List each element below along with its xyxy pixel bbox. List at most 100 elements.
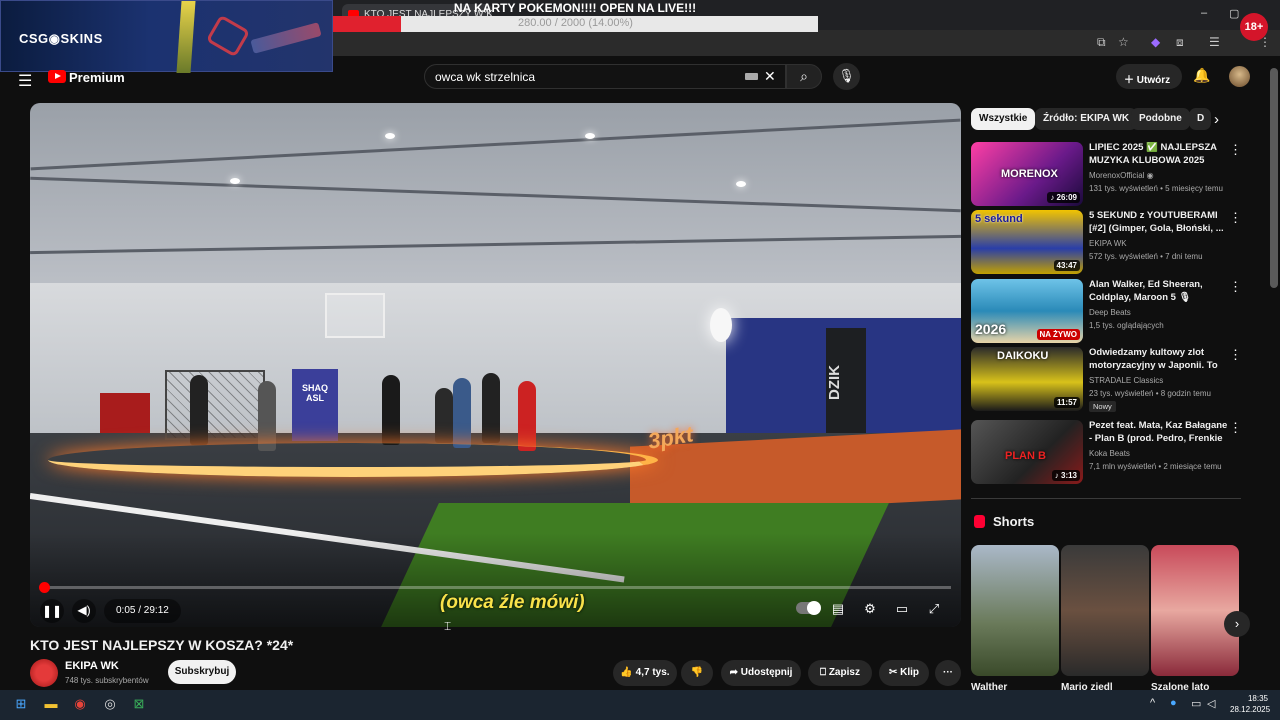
maximize-icon[interactable]: ▢: [1229, 7, 1239, 20]
dislike-button[interactable]: 👎: [681, 660, 713, 686]
video-thumbnail[interactable]: DAIKOKU 11:57: [971, 347, 1083, 411]
subtitles-button[interactable]: ▤: [825, 596, 851, 622]
tray-chevron-icon[interactable]: ^: [1150, 697, 1155, 709]
more-options-icon[interactable]: ⋮: [1229, 420, 1242, 436]
theater-mode-button[interactable]: ▭: [889, 596, 915, 622]
volume-icon: ◀): [77, 603, 91, 617]
share-label: Udostępnij: [740, 667, 793, 678]
recommendation-channel[interactable]: MorenoxOfficial ◉: [1089, 171, 1154, 180]
bookmark-star-icon[interactable]: ☆: [1118, 35, 1129, 49]
settings-button[interactable]: ⚙: [857, 596, 883, 622]
more-actions-button[interactable]: ···: [935, 660, 961, 686]
recommendation-item[interactable]: 5 sekund 43:47 5 SEKUND z YOUTUBERAMI [#2…: [971, 210, 1242, 274]
chrome-icon[interactable]: ◉: [71, 696, 89, 714]
taskbar-clock[interactable]: 18:35 28.12.2025: [1230, 693, 1270, 715]
save-button[interactable]: ⎕ Zapisz: [808, 660, 872, 686]
recommendation-item[interactable]: MORENOX ♪ 26:09 LIPIEC 2025 ✅ NAJLEPSZA M…: [971, 142, 1242, 206]
like-count: 4,7 tys.: [635, 667, 670, 678]
file-explorer-icon[interactable]: ▬: [42, 696, 60, 714]
chip-source[interactable]: Źródło: EKIPA WK: [1035, 108, 1138, 130]
page-scrollbar[interactable]: [1270, 68, 1278, 288]
create-button[interactable]: ＋ Utwórz: [1116, 64, 1182, 89]
tray-mic-icon[interactable]: ●: [1170, 697, 1177, 709]
video-player[interactable]: DZIK SHAQ ASL 3pkt (owca źle mówi) ❚❚ ◀)…: [30, 103, 961, 627]
chip-more[interactable]: D: [1189, 108, 1211, 130]
shorts-next-button[interactable]: ›: [1224, 611, 1250, 637]
recommendation-title[interactable]: LIPIEC 2025 ✅ NAJLEPSZA MUZYKA KLUBOWA 2…: [1089, 142, 1229, 168]
chip-related[interactable]: Podobne: [1131, 108, 1190, 130]
mute-button[interactable]: ◀): [72, 599, 96, 623]
recommendation-title[interactable]: 5 SEKUND z YOUTUBERAMI [#2] (Gimper, Gol…: [1089, 210, 1229, 235]
reading-list-icon[interactable]: ☰: [1209, 35, 1220, 49]
minimize-icon[interactable]: –: [1201, 7, 1207, 19]
notifications-bell-icon[interactable]: 🔔: [1193, 67, 1210, 84]
short-thumbnail[interactable]: [1151, 545, 1239, 676]
install-app-icon[interactable]: ⧉: [1097, 35, 1106, 50]
sponsor-overlay: CSG◉SKINS: [0, 0, 333, 73]
channel-avatar[interactable]: [30, 659, 58, 687]
rifle-image: [250, 22, 322, 54]
player-figure: [453, 378, 471, 448]
recommendation-title[interactable]: Alan Walker, Ed Sheeran, Coldplay, Maroo…: [1089, 279, 1229, 305]
pause-button[interactable]: ❚❚: [40, 599, 64, 623]
sidebar-divider: [971, 498, 1241, 499]
player-figure: [482, 373, 500, 443]
thumbnail-text: MORENOX: [1001, 168, 1058, 180]
recommendation-item[interactable]: DAIKOKU 11:57 Odwiedzamy kultowy zlot mot…: [971, 347, 1242, 412]
recommendation-item[interactable]: PLAN B ♪ 3:13 Pezet feat. Mata, Kaz Bałag…: [971, 420, 1242, 484]
excel-icon[interactable]: ⊠: [130, 696, 148, 714]
player-figure: [382, 375, 400, 445]
recommendation-title[interactable]: Odwiedzamy kultowy zlot motoryzacyjny w …: [1089, 347, 1229, 373]
video-thumbnail[interactable]: PLAN B ♪ 3:13: [971, 420, 1083, 484]
keyboard-icon[interactable]: [745, 73, 758, 80]
chip-all[interactable]: Wszystkie: [971, 108, 1036, 130]
obs-icon[interactable]: ◎: [101, 696, 119, 714]
like-button[interactable]: 👍 4,7 tys.: [613, 660, 677, 686]
volume-tray-icon[interactable]: ◁: [1207, 697, 1215, 710]
video-thumbnail[interactable]: 5 sekund 43:47: [971, 210, 1083, 274]
menu-icon[interactable]: ☰: [18, 71, 32, 91]
recommendation-channel[interactable]: STRADALE Classics: [1089, 376, 1163, 385]
short-thumbnail[interactable]: [971, 545, 1059, 676]
recommendation-channel[interactable]: EKIPA WK: [1089, 239, 1127, 248]
user-avatar[interactable]: [1229, 66, 1250, 87]
clock-time: 18:35: [1247, 694, 1268, 703]
youtube-logo-icon[interactable]: [48, 70, 66, 83]
search-input[interactable]: owca wk strzelnica: [424, 64, 786, 89]
channel-name[interactable]: EKIPA WK: [65, 660, 119, 672]
shorts-heading: Shorts: [993, 514, 1035, 529]
video-thumbnail[interactable]: 2026 NA ŻYWO: [971, 279, 1083, 343]
more-options-icon[interactable]: ⋮: [1229, 142, 1242, 158]
recommendation-channel[interactable]: Koka Beats: [1089, 449, 1130, 458]
voice-search-button[interactable]: 🎙: [833, 63, 860, 90]
video-duration: 43:47: [1053, 260, 1080, 271]
network-icon[interactable]: ▭: [1191, 697, 1201, 710]
more-options-icon[interactable]: ⋮: [1229, 347, 1242, 363]
progress-bar[interactable]: [39, 582, 951, 593]
subscribe-button[interactable]: Subskrybuj: [168, 660, 236, 684]
plus-icon: ＋: [1124, 75, 1137, 86]
search-button[interactable]: ⌕: [786, 64, 822, 89]
shaq-banner: SHAQ ASL: [292, 369, 338, 441]
recommendation-item[interactable]: 2026 NA ŻYWO Alan Walker, Ed Sheeran, Col…: [971, 279, 1242, 343]
player-figure: [518, 381, 536, 451]
progress-scrubber[interactable]: [39, 582, 50, 593]
fire-effect: [48, 443, 658, 477]
extension-icon[interactable]: ◆: [1151, 35, 1160, 49]
share-button[interactable]: ➦ Udostępnij: [721, 660, 801, 686]
fullscreen-button[interactable]: ⤢: [921, 596, 947, 622]
puzzle-icon[interactable]: ⧈: [1176, 35, 1184, 50]
windows-start-icon[interactable]: ⊞: [12, 696, 30, 714]
short-thumbnail[interactable]: [1061, 545, 1149, 676]
recommendation-title[interactable]: Pezet feat. Mata, Kaz Bałagane - Plan B …: [1089, 420, 1229, 446]
more-options-icon[interactable]: ⋮: [1229, 210, 1242, 226]
ceiling-light: [736, 181, 746, 187]
more-options-icon[interactable]: ⋮: [1229, 279, 1242, 295]
recommendation-channel[interactable]: Deep Beats: [1089, 308, 1131, 317]
autoplay-toggle[interactable]: [796, 601, 821, 615]
clip-button[interactable]: ✂ Klip: [879, 660, 929, 686]
premium-logo-text[interactable]: Premium: [69, 70, 125, 85]
video-thumbnail[interactable]: MORENOX ♪ 26:09: [971, 142, 1083, 206]
clear-search-icon[interactable]: ✕: [764, 68, 776, 85]
chevron-right-icon[interactable]: ›: [1214, 111, 1219, 128]
